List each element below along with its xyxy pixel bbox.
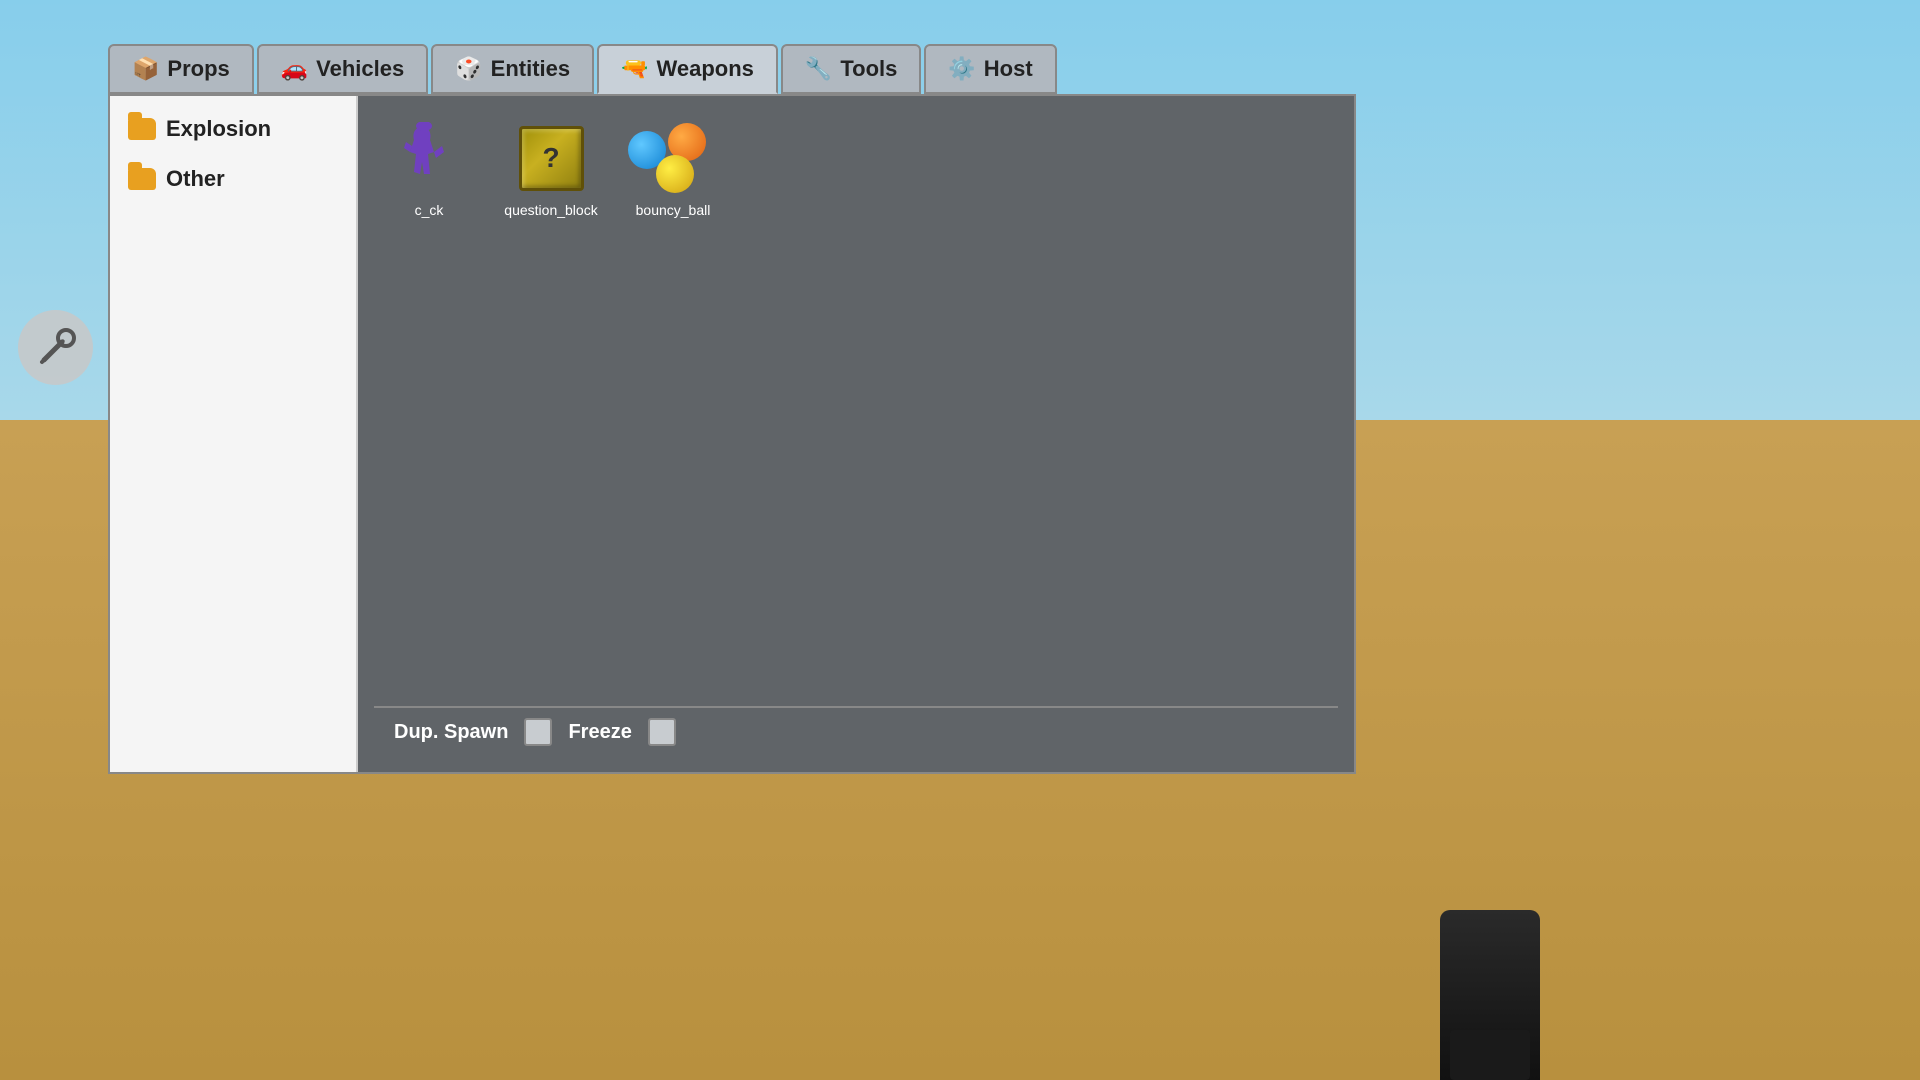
tab-tools[interactable]: 🔧 Tools xyxy=(781,44,921,94)
tab-host-label: Host xyxy=(984,56,1033,82)
question-mark: ? xyxy=(542,142,559,174)
items-row: c_ck ? question_block xyxy=(374,112,1338,224)
weapon-grip xyxy=(1450,1030,1530,1080)
tab-bar: 📦 Props 🚗 Vehicles 🎲 Entities 🔫 Weapons … xyxy=(108,44,1356,94)
tab-tools-label: Tools xyxy=(840,56,897,82)
ball-yellow xyxy=(656,155,694,193)
tab-entities[interactable]: 🎲 Entities xyxy=(431,44,594,94)
tab-host[interactable]: ⚙️ Host xyxy=(924,44,1056,94)
question-block-visual: ? xyxy=(506,118,596,198)
dup-spawn-checkbox[interactable] xyxy=(524,718,552,746)
bouncy-ball-visual xyxy=(628,118,718,198)
content-area: Explosion Other xyxy=(108,94,1356,774)
tab-weapons-label: Weapons xyxy=(657,56,754,82)
dup-spawn-label: Dup. Spawn xyxy=(394,721,508,744)
sidebar-item-other[interactable]: Other xyxy=(110,154,356,204)
sidebar: Explosion Other xyxy=(110,96,358,772)
tab-vehicles-label: Vehicles xyxy=(316,56,404,82)
folder-icon-other xyxy=(128,168,156,190)
c-ck-svg xyxy=(402,122,457,194)
sidebar-item-explosion[interactable]: Explosion xyxy=(110,104,356,154)
tab-entities-label: Entities xyxy=(491,56,570,82)
item-c-ck-label: c_ck xyxy=(415,202,444,218)
hand-weapon-area xyxy=(1400,860,1580,1080)
bouncy-ball-group xyxy=(628,121,718,196)
item-c-ck[interactable]: c_ck xyxy=(374,112,484,224)
bottom-bar: Dup. Spawn Freeze xyxy=(374,706,1338,756)
sidebar-label-explosion: Explosion xyxy=(166,116,271,142)
item-question-block[interactable]: ? question_block xyxy=(496,112,606,224)
c-ck-visual xyxy=(384,118,474,198)
empty-grid-space xyxy=(374,240,1338,706)
props-icon: 📦 xyxy=(132,56,159,82)
weapon-hand-shape xyxy=(1440,910,1540,1080)
weapons-icon: 🔫 xyxy=(621,56,648,82)
main-panel: 📦 Props 🚗 Vehicles 🎲 Entities 🔫 Weapons … xyxy=(108,44,1356,774)
wrench-icon xyxy=(34,326,78,370)
entities-icon: 🎲 xyxy=(455,56,482,82)
sidebar-label-other: Other xyxy=(166,166,225,192)
tab-props-label: Props xyxy=(167,56,229,82)
item-bouncy-ball-label: bouncy_ball xyxy=(636,202,711,218)
tab-vehicles[interactable]: 🚗 Vehicles xyxy=(257,44,428,94)
tools-icon-tab: 🔧 xyxy=(805,56,832,82)
vehicles-icon: 🚗 xyxy=(281,56,308,82)
item-bouncy-ball[interactable]: bouncy_ball xyxy=(618,112,728,224)
question-block-shape: ? xyxy=(519,126,584,191)
folder-icon-explosion xyxy=(128,118,156,140)
tab-weapons[interactable]: 🔫 Weapons xyxy=(597,44,778,94)
tab-props[interactable]: 📦 Props xyxy=(108,44,254,94)
tools-circle-icon[interactable] xyxy=(18,310,93,385)
freeze-label: Freeze xyxy=(568,721,631,744)
freeze-checkbox[interactable] xyxy=(648,718,676,746)
item-question-block-label: question_block xyxy=(504,202,597,218)
item-grid: c_ck ? question_block xyxy=(358,96,1354,772)
host-icon: ⚙️ xyxy=(948,56,975,82)
